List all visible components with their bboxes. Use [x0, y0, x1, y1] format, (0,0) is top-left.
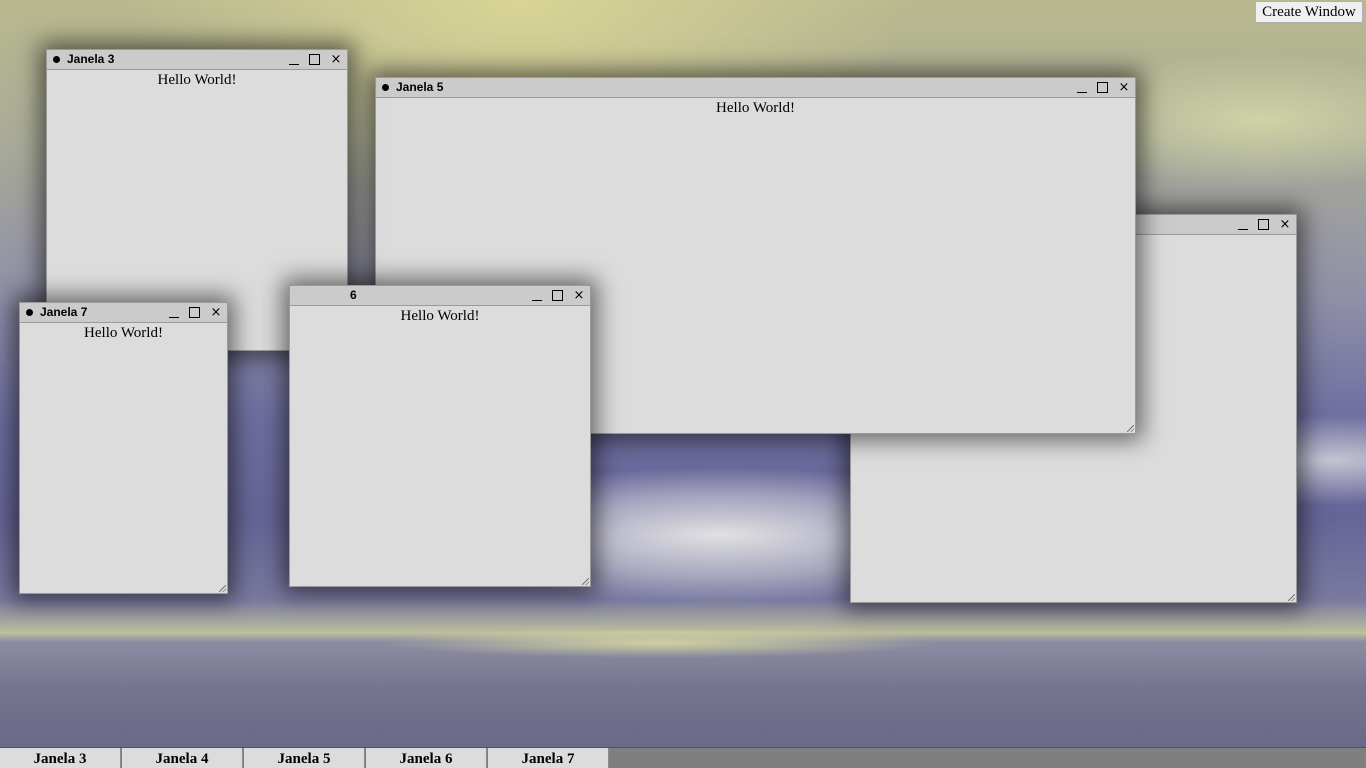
close-icon[interactable]: × — [209, 306, 223, 320]
close-icon[interactable]: × — [329, 53, 343, 67]
window-janela-7[interactable]: Janela 7 × Hello World! — [19, 302, 228, 594]
window-content-text: Hello World! — [716, 100, 795, 116]
minimize-icon[interactable] — [530, 289, 544, 303]
close-icon[interactable]: × — [1117, 81, 1131, 95]
resize-grip-icon[interactable] — [1288, 594, 1295, 601]
taskbar: Janela 3 Janela 4 Janela 5 Janela 6 Jane… — [0, 747, 1366, 768]
window-titlebar[interactable]: Janela 7 × — [20, 303, 227, 323]
window-content-text: Hello World! — [157, 72, 237, 88]
minimize-icon[interactable] — [1236, 218, 1250, 232]
close-icon[interactable]: × — [1278, 218, 1292, 232]
maximize-icon[interactable] — [1257, 218, 1271, 232]
window-titlebar[interactable]: 6 × — [290, 286, 590, 306]
taskbar-item-janela-7[interactable]: Janela 7 — [488, 748, 609, 768]
maximize-icon[interactable] — [308, 53, 322, 67]
resize-grip-icon[interactable] — [1127, 425, 1134, 432]
minimize-icon[interactable] — [1075, 81, 1089, 95]
window-titlebar[interactable]: Janela 3 × — [47, 50, 347, 70]
taskbar-item-janela-3[interactable]: Janela 3 — [0, 748, 121, 768]
window-title: Janela 7 — [40, 305, 88, 319]
desktop-background: × Janela 5 × Hello World! Janela 3 × Hel… — [0, 0, 1366, 768]
window-content-text: Hello World! — [400, 308, 480, 324]
window-title: Janela 3 — [67, 52, 115, 66]
horizon-glow — [380, 628, 940, 658]
window-content-text: Hello World! — [84, 325, 163, 341]
resize-grip-icon[interactable] — [219, 585, 226, 592]
window-dot-icon — [53, 56, 60, 63]
maximize-icon[interactable] — [1096, 81, 1110, 95]
window-dot-icon — [26, 309, 33, 316]
close-icon[interactable]: × — [572, 289, 586, 303]
window-dot-icon — [382, 84, 389, 91]
minimize-icon[interactable] — [287, 53, 301, 67]
window-title: 6 — [350, 288, 357, 302]
window-title: Janela 5 — [396, 80, 444, 94]
maximize-icon[interactable] — [188, 306, 202, 320]
minimize-icon[interactable] — [167, 306, 181, 320]
taskbar-item-janela-4[interactable]: Janela 4 — [122, 748, 243, 768]
taskbar-item-janela-5[interactable]: Janela 5 — [244, 748, 365, 768]
create-window-button[interactable]: Create Window — [1255, 1, 1363, 23]
taskbar-item-janela-6[interactable]: Janela 6 — [366, 748, 487, 768]
window-titlebar[interactable]: Janela 5 × — [376, 78, 1135, 98]
window-janela-6[interactable]: 6 × Hello World! — [289, 285, 591, 587]
resize-grip-icon[interactable] — [582, 578, 589, 585]
maximize-icon[interactable] — [551, 289, 565, 303]
